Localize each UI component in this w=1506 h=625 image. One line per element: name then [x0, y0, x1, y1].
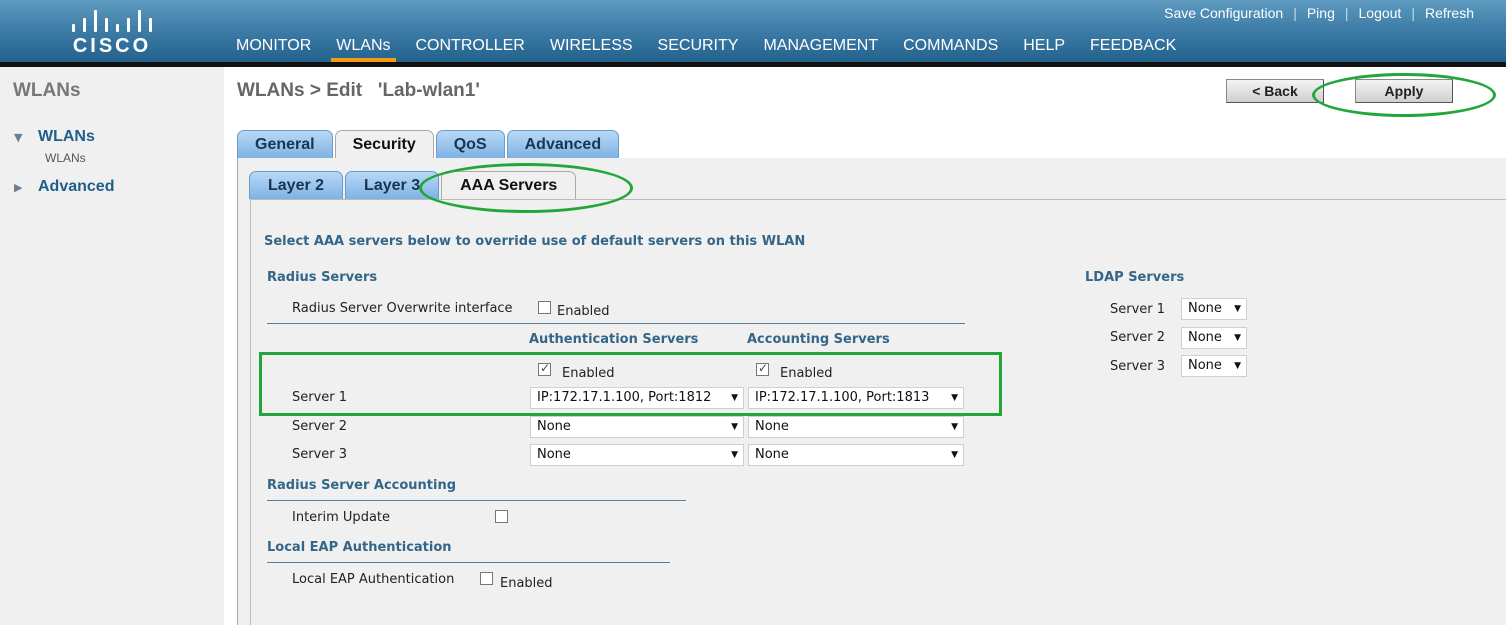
wlan-edit-tabs: General Security QoS Advanced: [237, 130, 621, 160]
auth-enabled-label: Enabled: [562, 366, 615, 381]
acct-server3-value: None: [755, 447, 789, 462]
tab-general[interactable]: General: [237, 130, 333, 158]
utility-links: Save Configuration | Ping | Logout | Ref…: [1164, 5, 1474, 21]
nav-wireless[interactable]: WIRELESS: [550, 37, 633, 62]
ldap-server1-select[interactable]: None ▼: [1181, 298, 1247, 320]
ldap-server3-value: None: [1188, 358, 1222, 373]
tab-layer3[interactable]: Layer 3: [345, 171, 440, 199]
nav-security[interactable]: SECURITY: [658, 37, 739, 62]
tab-qos[interactable]: QoS: [435, 130, 505, 158]
tab-security[interactable]: Security: [334, 130, 434, 160]
radius-overwrite-label: Radius Server Overwrite interface: [292, 301, 513, 316]
acct-enabled-checkbox[interactable]: [756, 361, 769, 376]
sidebar-item-label: WLANs: [38, 128, 95, 145]
radius-accounting-divider: [267, 500, 686, 501]
triangle-down-icon: ▼: [14, 130, 23, 144]
acct-server2-value: None: [755, 419, 789, 434]
auth-enabled-checkbox[interactable]: [538, 361, 551, 376]
security-subtabs: Layer 2 Layer 3 AAA Servers: [249, 171, 578, 201]
sidebar-item-label: Advanced: [38, 178, 115, 195]
nav-wlans[interactable]: WLANs: [331, 37, 396, 62]
ldap-server1-label: Server 1: [1110, 302, 1166, 317]
dropdown-arrow-icon: ▼: [731, 393, 738, 403]
refresh-link[interactable]: Refresh: [1425, 5, 1474, 21]
cisco-logo-text: CISCO: [72, 35, 152, 57]
dropdown-arrow-icon: ▼: [951, 450, 958, 460]
dropdown-arrow-icon: ▼: [951, 422, 958, 432]
acct-server1-select[interactable]: IP:172.17.1.100, Port:1813 ▼: [748, 387, 964, 409]
back-button[interactable]: < Back: [1226, 79, 1324, 103]
dropdown-arrow-icon: ▼: [1234, 304, 1241, 314]
top-header: CISCO Save Configuration | Ping | Logout…: [0, 0, 1506, 62]
ldap-server1-value: None: [1188, 301, 1222, 316]
main-nav: MONITOR WLANs CONTROLLER WIRELESS SECURI…: [236, 37, 1201, 62]
tab-advanced[interactable]: Advanced: [506, 130, 620, 158]
tab-layer2[interactable]: Layer 2: [249, 171, 344, 199]
local-eap-checkbox[interactable]: [480, 572, 493, 585]
local-eap-label: Local EAP Authentication: [292, 572, 455, 587]
auth-server1-select[interactable]: IP:172.17.1.100, Port:1812 ▼: [530, 387, 744, 409]
accounting-servers-heading: Accounting Servers: [747, 332, 890, 347]
auth-server3-select[interactable]: None ▼: [530, 444, 744, 466]
interim-update-label: Interim Update: [292, 510, 391, 525]
acct-server1-value: IP:172.17.1.100, Port:1813: [755, 390, 930, 405]
ldap-server2-select[interactable]: None ▼: [1181, 327, 1247, 349]
dropdown-arrow-icon: ▼: [731, 450, 738, 460]
logout-link[interactable]: Logout: [1359, 5, 1402, 21]
nav-controller[interactable]: CONTROLLER: [416, 37, 525, 62]
nav-help[interactable]: HELP: [1023, 37, 1065, 62]
aaa-intro-text: Select AAA servers below to override use…: [264, 234, 806, 249]
radius-server1-label: Server 1: [292, 390, 348, 405]
ldap-server3-label: Server 3: [1110, 359, 1166, 374]
sidebar-item-wlans[interactable]: ▼ WLANs: [14, 128, 95, 146]
nav-commands[interactable]: COMMANDS: [903, 37, 998, 62]
dropdown-arrow-icon: ▼: [951, 393, 958, 403]
cisco-logo: CISCO: [62, 6, 162, 58]
radius-server3-label: Server 3: [292, 447, 348, 462]
dropdown-arrow-icon: ▼: [1234, 361, 1241, 371]
sidebar: WLANs ▼ WLANs WLANs ▶ Advanced: [0, 67, 224, 625]
auth-server2-value: None: [537, 419, 571, 434]
ldap-server2-label: Server 2: [1110, 330, 1166, 345]
ping-link[interactable]: Ping: [1307, 5, 1335, 21]
cisco-logo-bars-icon: [70, 8, 152, 32]
nav-monitor[interactable]: MONITOR: [236, 37, 311, 62]
ldap-servers-heading: LDAP Servers: [1085, 270, 1185, 285]
sidebar-item-advanced[interactable]: ▶ Advanced: [14, 178, 114, 196]
auth-server1-value: IP:172.17.1.100, Port:1812: [537, 390, 712, 405]
dropdown-arrow-icon: ▼: [731, 422, 738, 432]
radius-overwrite-enabled-label: Enabled: [557, 304, 610, 319]
save-configuration-link[interactable]: Save Configuration: [1164, 5, 1283, 21]
page-title: WLANs > Edit 'Lab-wlan1': [237, 80, 480, 101]
local-eap-heading: Local EAP Authentication: [267, 540, 452, 555]
auth-server3-value: None: [537, 447, 571, 462]
dropdown-arrow-icon: ▼: [1234, 333, 1241, 343]
tab-aaa-servers[interactable]: AAA Servers: [441, 171, 577, 201]
sidebar-title: WLANs: [13, 80, 81, 101]
acct-server3-select[interactable]: None ▼: [748, 444, 964, 466]
nav-feedback[interactable]: FEEDBACK: [1090, 37, 1176, 62]
local-eap-divider: [267, 562, 670, 563]
ldap-server3-select[interactable]: None ▼: [1181, 355, 1247, 377]
radius-overwrite-checkbox[interactable]: [538, 301, 551, 314]
ldap-server2-value: None: [1188, 330, 1222, 345]
radius-accounting-heading: Radius Server Accounting: [267, 478, 457, 493]
radius-divider: [267, 323, 965, 324]
acct-server2-select[interactable]: None ▼: [748, 416, 964, 438]
triangle-right-icon: ▶: [14, 180, 23, 194]
radius-servers-heading: Radius Servers: [267, 270, 378, 285]
apply-button[interactable]: Apply: [1355, 79, 1453, 103]
interim-update-checkbox[interactable]: [495, 510, 508, 523]
auth-server2-select[interactable]: None ▼: [530, 416, 744, 438]
sidebar-subitem-wlans[interactable]: WLANs: [45, 151, 86, 165]
main-content: WLANs > Edit 'Lab-wlan1' < Back Apply Ge…: [224, 67, 1506, 625]
nav-management[interactable]: MANAGEMENT: [763, 37, 878, 62]
radius-server2-label: Server 2: [292, 419, 348, 434]
acct-enabled-label: Enabled: [780, 366, 833, 381]
local-eap-enabled-label: Enabled: [500, 576, 553, 591]
authentication-servers-heading: Authentication Servers: [529, 332, 699, 347]
